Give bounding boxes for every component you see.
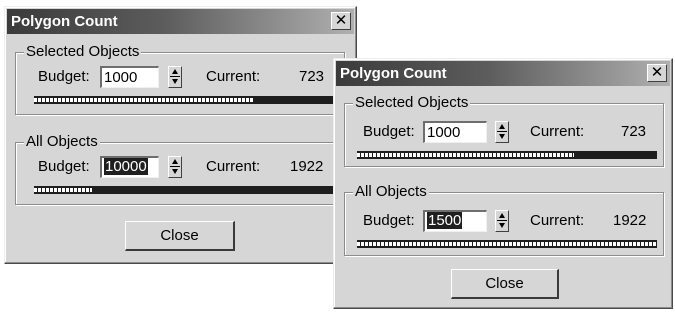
selected-progress-bar [357, 151, 657, 159]
budget-label: Budget: [363, 123, 415, 140]
current-label: Current: [206, 158, 261, 175]
spin-down-icon [499, 134, 505, 139]
all-objects-legend: All Objects [353, 183, 429, 200]
spin-up-icon [172, 159, 178, 164]
close-button[interactable]: Close [451, 269, 559, 299]
budget-label: Budget: [363, 212, 415, 229]
title-bar[interactable]: Polygon Count ✕ [336, 61, 670, 86]
all-budget-spinner[interactable] [168, 156, 182, 178]
selected-progress-bar [34, 96, 337, 104]
selected-text: 1500 [427, 212, 463, 229]
all-budget-spinner[interactable] [495, 210, 509, 232]
all-objects-group: All Objects Budget: 1500 Current: 1922 [344, 183, 664, 256]
budget-label: Budget: [38, 158, 90, 175]
close-x-icon[interactable]: ✕ [331, 12, 351, 30]
spin-down-icon [499, 223, 505, 228]
selected-objects-group: Selected Objects Budget: Current: 723 [15, 43, 345, 115]
current-value: 1922 [613, 212, 647, 229]
close-x-icon[interactable]: ✕ [647, 64, 667, 82]
all-objects-group: All Objects Budget: 10000 Current: 1922 [15, 133, 345, 205]
current-value: 723 [621, 123, 647, 140]
selected-progress-fill [34, 98, 254, 102]
spin-up-icon [172, 69, 178, 74]
selected-budget-spinner[interactable] [495, 121, 509, 143]
dialog-title: Polygon Count [11, 13, 118, 30]
selected-budget-spinner[interactable] [168, 66, 182, 88]
all-progress-bar [34, 186, 337, 194]
all-progress-fill [34, 188, 92, 192]
spin-down-icon [172, 169, 178, 174]
selected-text: 10000 [104, 158, 148, 175]
spin-up-icon [499, 213, 505, 218]
all-objects-legend: All Objects [24, 133, 100, 150]
spin-up-icon [499, 124, 505, 129]
selected-budget-input[interactable] [423, 121, 487, 143]
selected-objects-group: Selected Objects Budget: Current: 723 [344, 94, 664, 167]
current-label: Current: [206, 68, 261, 85]
current-label: Current: [530, 123, 585, 140]
selected-progress-fill [357, 153, 574, 157]
current-value: 723 [299, 68, 325, 85]
current-value: 1922 [290, 158, 324, 175]
all-progress-bar [357, 240, 657, 248]
spin-down-icon [172, 79, 178, 84]
budget-label: Budget: [38, 68, 90, 85]
title-bar[interactable]: Polygon Count ✕ [7, 9, 354, 34]
all-budget-input[interactable]: 1500 [423, 210, 487, 232]
all-budget-input[interactable]: 10000 [100, 156, 159, 178]
polygon-count-dialog-front: Polygon Count ✕ Selected Objects Budget:… [333, 58, 673, 309]
dialog-title: Polygon Count [340, 65, 447, 82]
close-button[interactable]: Close [125, 221, 235, 251]
polygon-count-dialog-back: Polygon Count ✕ Selected Objects Budget:… [4, 6, 357, 264]
selected-objects-legend: Selected Objects [353, 94, 471, 111]
current-label: Current: [530, 212, 585, 229]
all-progress-fill [357, 242, 657, 246]
selected-objects-legend: Selected Objects [24, 43, 142, 60]
selected-budget-input[interactable] [100, 66, 159, 88]
